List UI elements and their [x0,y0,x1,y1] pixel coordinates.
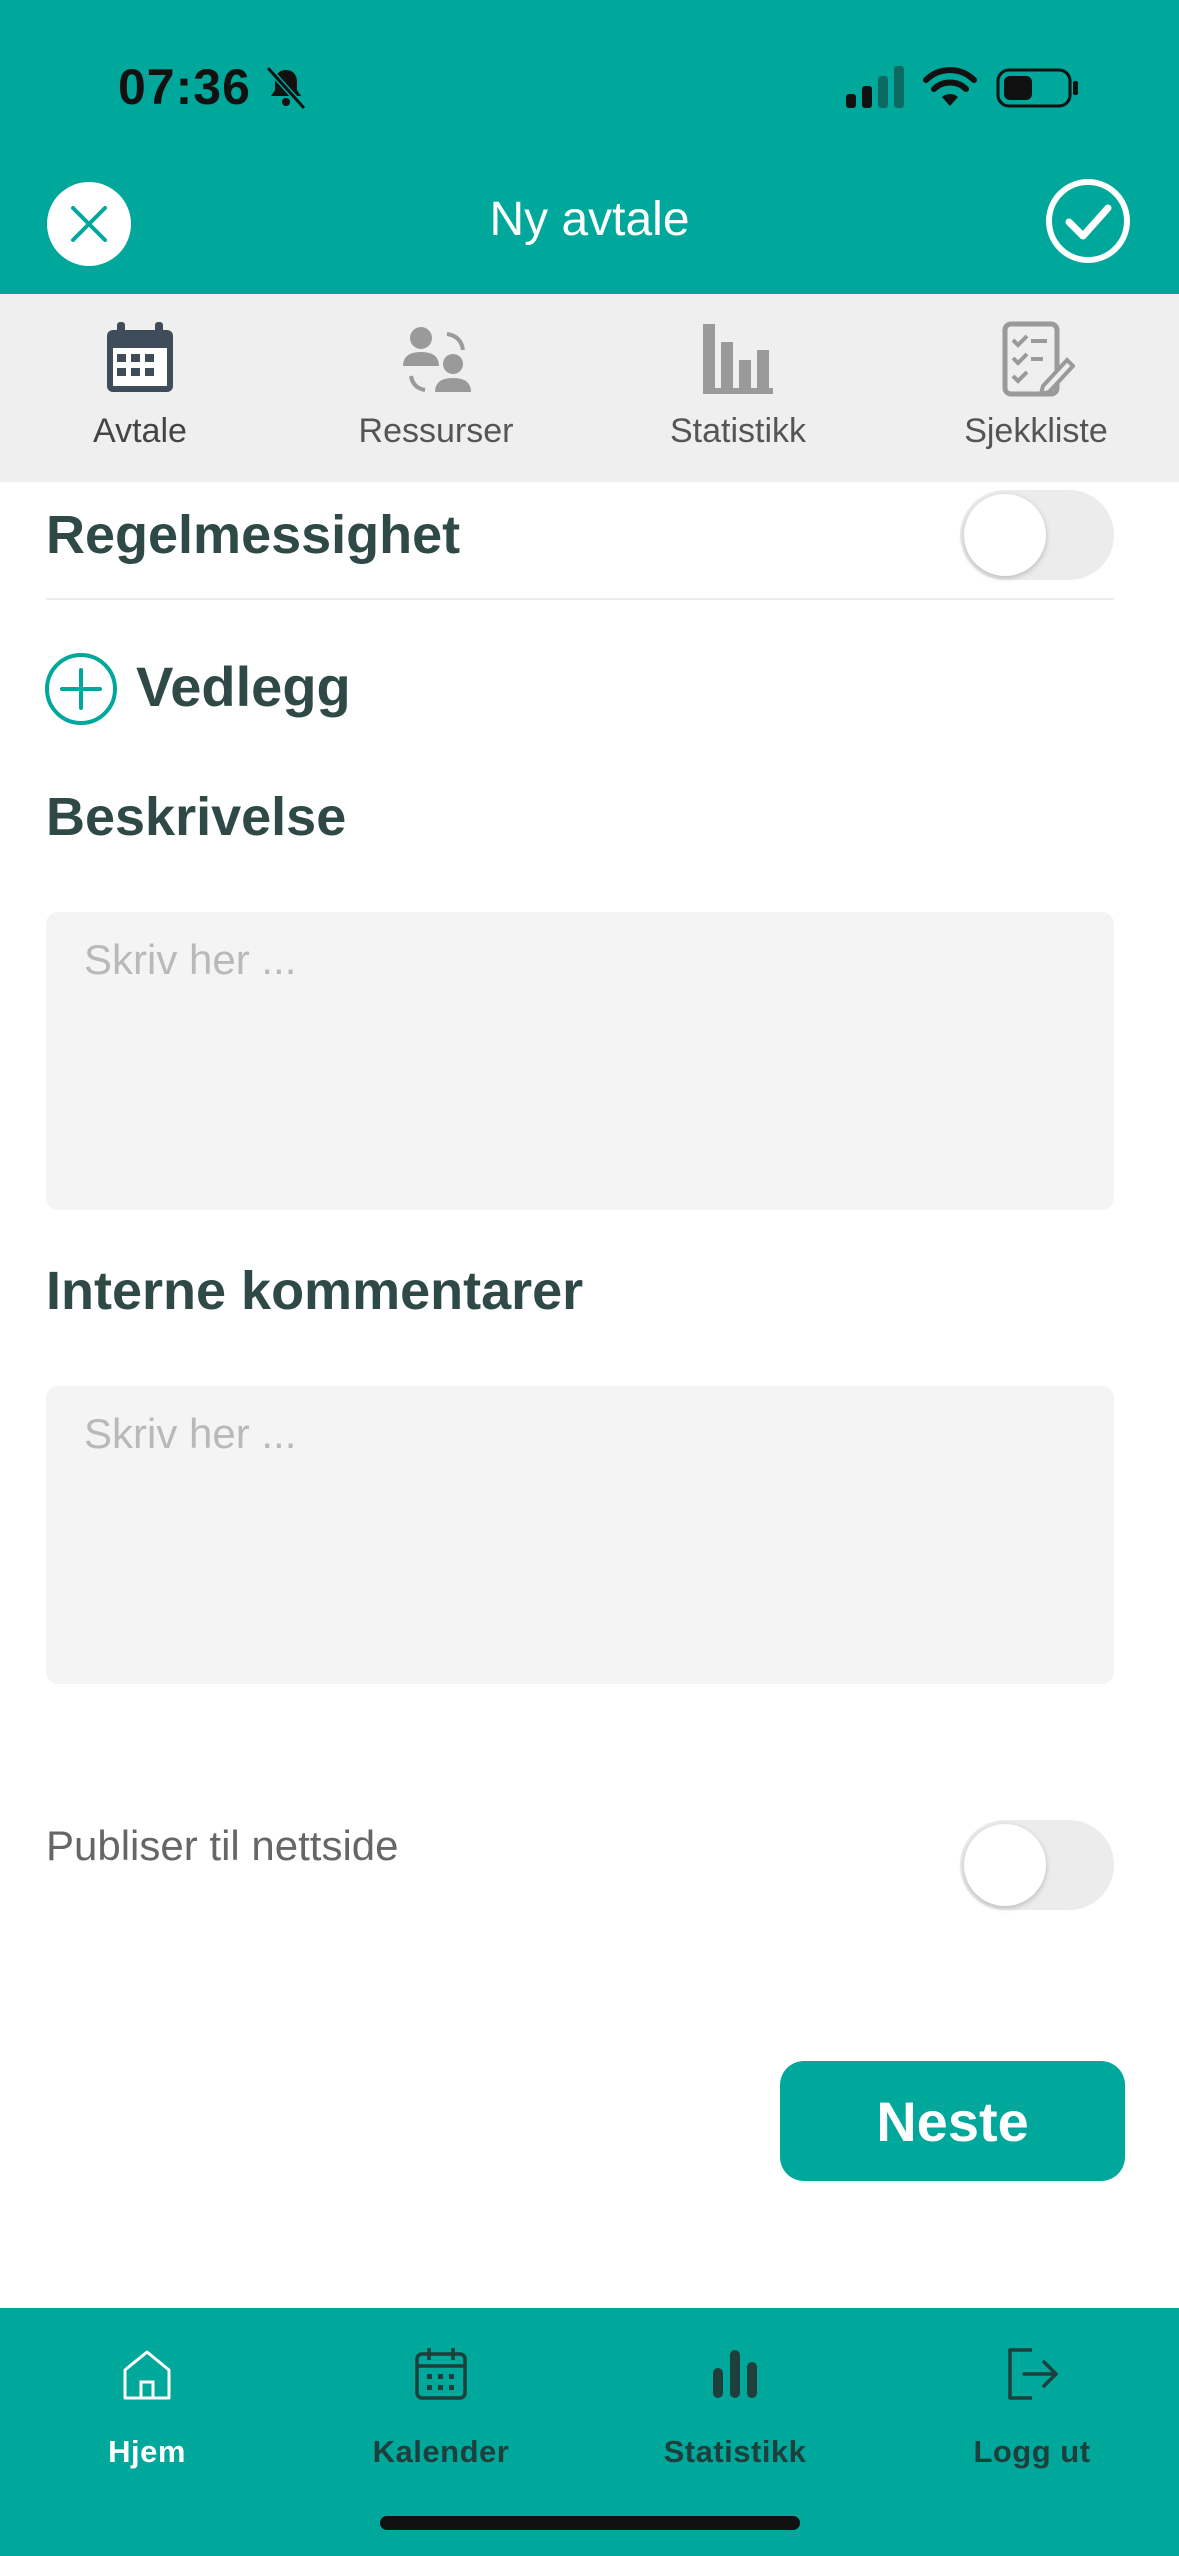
home-icon [123,2350,171,2400]
tab-sjekkliste[interactable]: Sjekkliste [886,294,1179,482]
internal-comments-input[interactable] [46,1386,1114,1684]
bar-chart-icon [713,2350,757,2398]
divider [46,598,1114,600]
confirm-check-icon[interactable] [1045,178,1131,264]
toggle-knob [964,494,1046,576]
toggle-knob [964,1824,1046,1906]
tab-bar: Avtale Ressurser Statistikk Sjekkliste [0,294,1179,482]
tab-statistikk[interactable]: Statistikk [588,294,888,482]
bottom-nav-label: Logg ut [973,2434,1091,2469]
cellular-signal-icon [846,66,904,108]
calendar-icon [415,2348,467,2400]
recurrence-toggle[interactable] [960,490,1114,580]
recurrence-label: Regelmessighet [46,505,461,565]
publish-label: Publiser til nettside [46,1822,399,1869]
description-label: Beskrivelse [46,787,347,847]
bottom-nav-label: Statistikk [663,2434,807,2469]
tab-avtale[interactable]: Avtale [0,294,290,482]
internal-comments-label: Interne kommentarer [46,1261,584,1321]
tab-label: Ressurser [358,412,514,450]
tab-label: Avtale [93,412,187,450]
attachment-label[interactable]: Vedlegg [136,654,351,719]
bottom-nav-calendar[interactable]: Kalender [294,2330,588,2480]
home-indicator [380,2516,800,2530]
bell-muted-icon [265,65,307,111]
bottom-nav-label: Hjem [108,2434,186,2469]
bottom-nav-logout[interactable]: Logg ut [885,2330,1179,2480]
tab-ressurser[interactable]: Ressurser [286,294,586,482]
publish-toggle[interactable] [960,1820,1114,1910]
resources-icon [403,327,471,392]
calendar-icon [107,322,173,392]
next-button[interactable]: Neste [780,2061,1125,2181]
bottom-nav-label: Kalender [372,2434,510,2469]
add-attachment-icon[interactable] [44,652,118,726]
bottom-nav-home[interactable]: Hjem [0,2330,294,2480]
description-input[interactable] [46,912,1114,1210]
battery-icon [996,68,1078,108]
tab-label: Statistikk [669,412,807,450]
logout-icon [1008,2348,1058,2400]
checklist-icon [1002,321,1075,397]
app-header: 07:36 Ny avtale [0,0,1179,294]
wifi-icon [923,67,977,106]
bottom-nav-statistics[interactable]: Statistikk [588,2330,882,2480]
status-time: 07:36 [118,59,251,115]
page-title: Ny avtale [489,193,690,246]
bar-chart-icon [703,324,773,394]
tab-label: Sjekkliste [964,412,1108,450]
